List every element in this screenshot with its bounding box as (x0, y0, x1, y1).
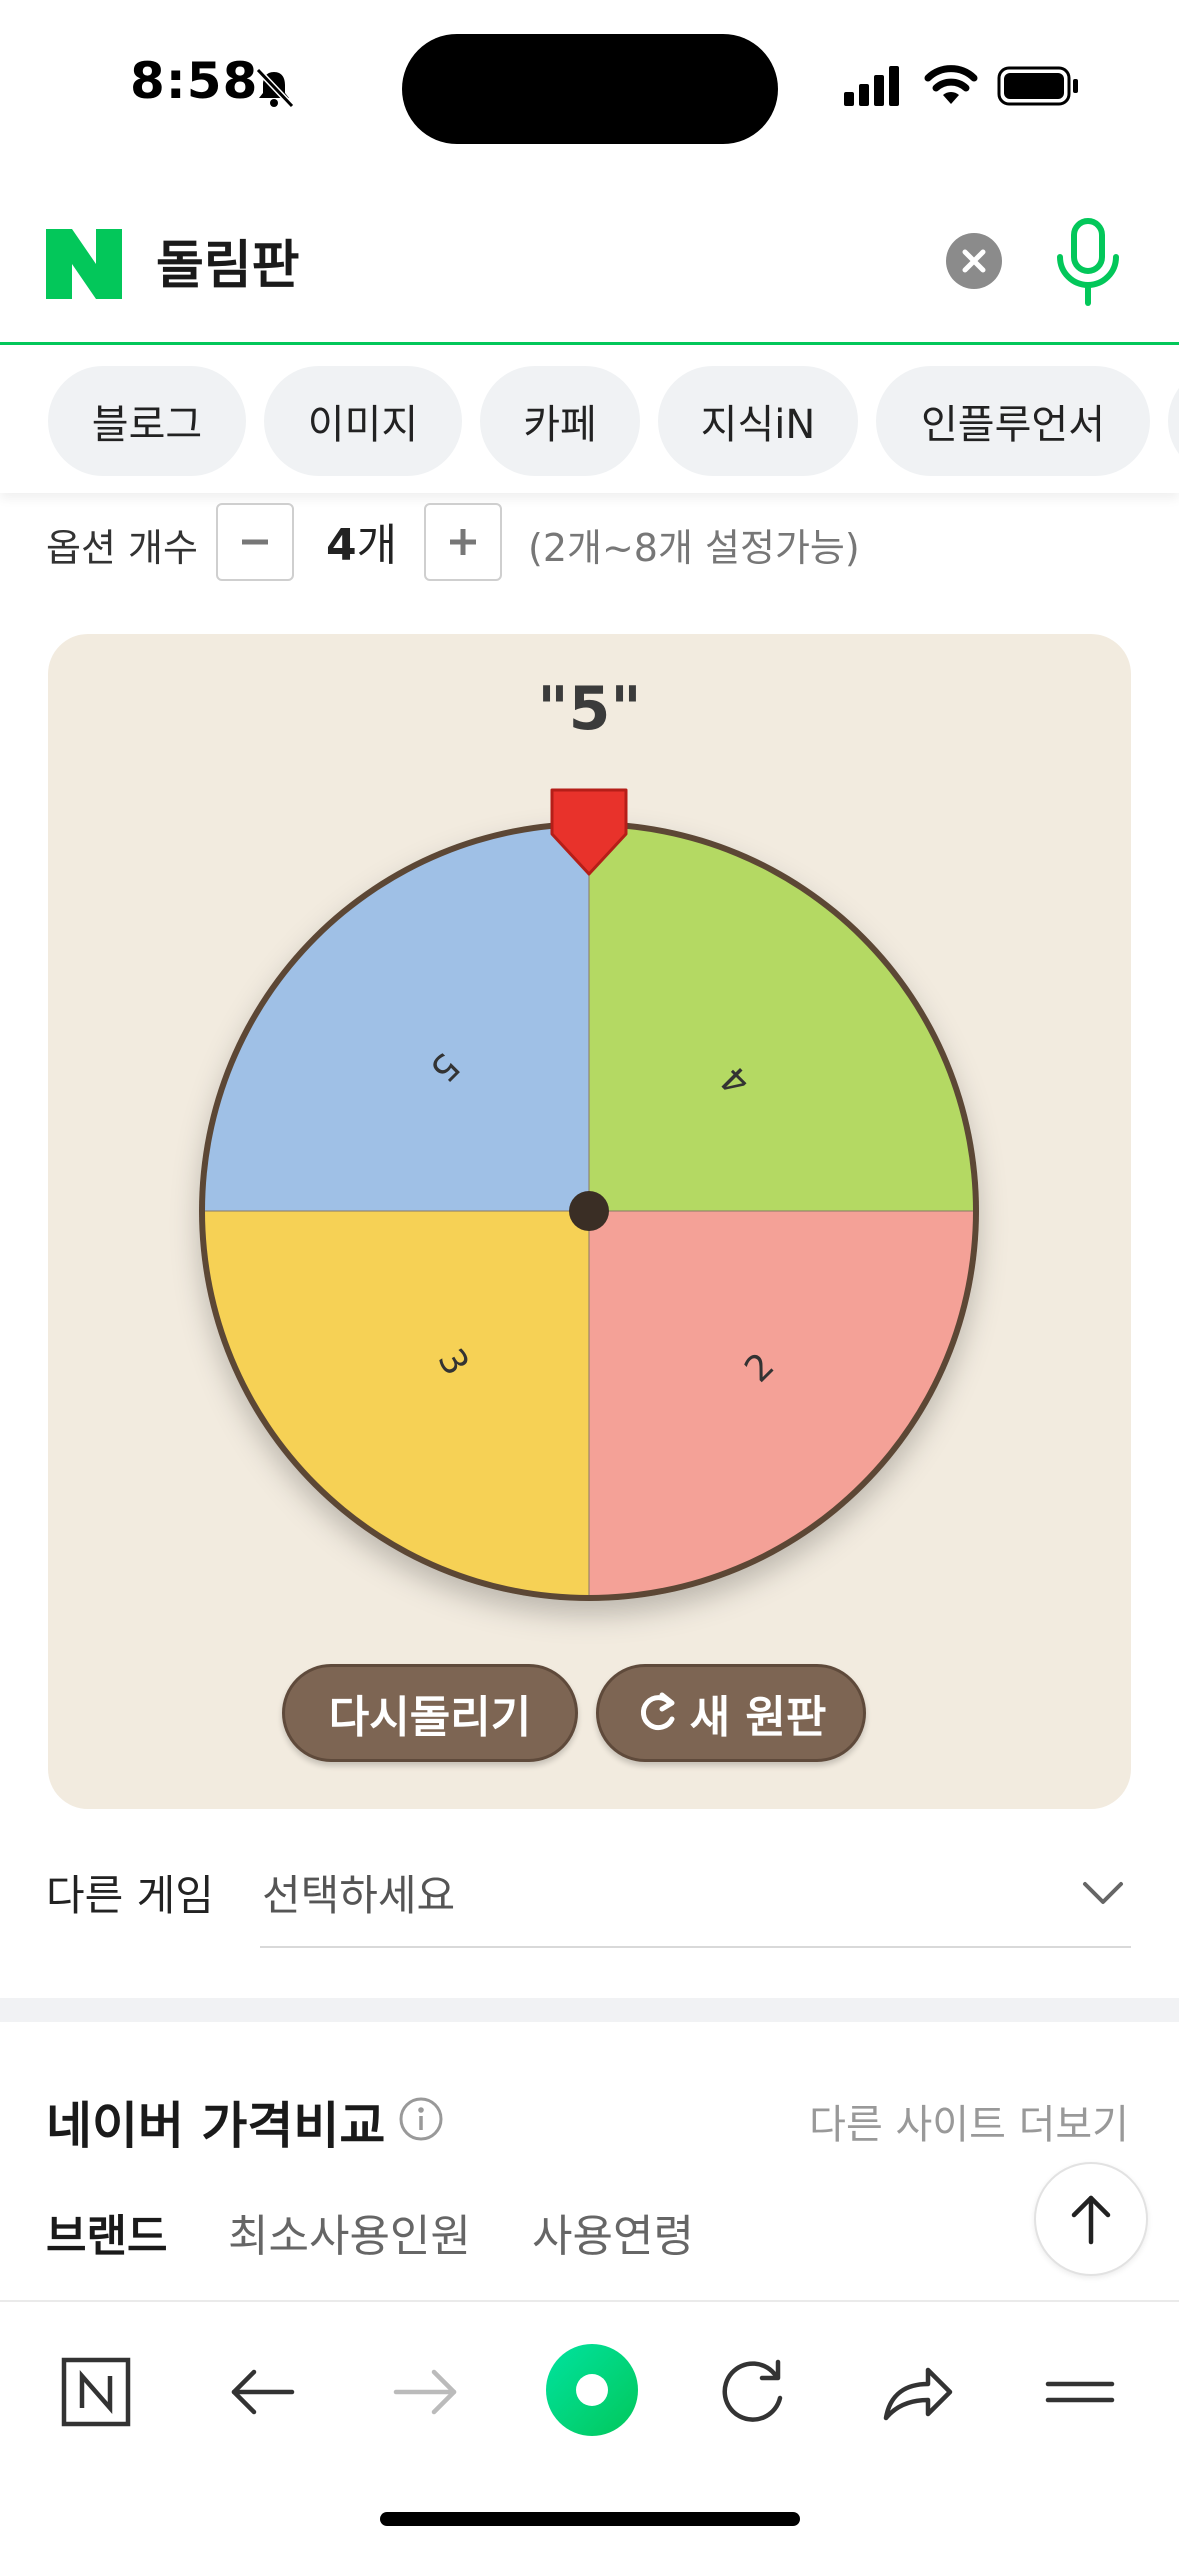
option-range-hint: (2개~8개 설정가능) (528, 526, 860, 570)
wheel-segment-3 (205, 1211, 589, 1595)
other-game-select-value: 선택하세요 (262, 1871, 456, 1920)
roulette-card: 5 4 2 3 "5" 다시돌리기 새 원판 (48, 634, 1131, 1809)
menu-icon[interactable] (1030, 2342, 1130, 2442)
tab-blog[interactable]: 블로그 (48, 366, 246, 476)
price-compare-title: 네이버 가격비교 (46, 2097, 386, 2155)
refresh-icon[interactable] (702, 2342, 802, 2442)
respin-button[interactable]: 다시돌리기 (282, 1664, 578, 1762)
wheel-segment-5 (205, 827, 589, 1211)
new-wheel-label: 새 원판 (689, 1692, 827, 1743)
more-sites-link[interactable]: 다른 사이트 더보기 (809, 2092, 1129, 2150)
clear-search-button[interactable] (946, 233, 1002, 289)
green-dot-icon[interactable] (540, 2338, 644, 2442)
forward-arrow-icon[interactable] (376, 2342, 476, 2442)
refresh-icon (640, 1692, 675, 1731)
filter-tab-brand[interactable]: 브랜드 (46, 2200, 167, 2264)
minus-icon (242, 539, 268, 545)
info-icon[interactable] (398, 2096, 444, 2142)
tab-influencer[interactable]: 인플루언서 (876, 366, 1150, 476)
decrease-count-button[interactable] (216, 503, 294, 581)
spin-result: "5" (537, 674, 642, 744)
option-count-row: 옵션 개수 4개 (2개~8개 설정가능) (0, 495, 1179, 595)
wheel-segment-4 (589, 827, 973, 1211)
tab-overflow[interactable] (1168, 366, 1179, 476)
tab-knowledge-in[interactable]: 지식iN (658, 366, 858, 476)
search-input[interactable]: 돌림판 (156, 223, 300, 298)
other-game-label: 다른 게임 (46, 1871, 214, 1920)
cellular-signal-icon (844, 66, 899, 106)
close-icon (962, 249, 986, 273)
roulette-wheel[interactable]: 5 4 2 3 (48, 634, 1131, 1654)
new-wheel-button[interactable]: 새 원판 (596, 1664, 866, 1762)
status-time: 8:58 (130, 52, 259, 110)
search-header: 돌림판 (0, 195, 1179, 345)
bell-slash-icon (255, 67, 295, 109)
chevron-down-icon (1083, 1882, 1123, 1904)
status-bar: 8:58 (0, 0, 1179, 175)
section-divider (0, 1998, 1179, 2022)
microphone-icon[interactable] (1052, 217, 1124, 309)
wheel-segment-2 (589, 1211, 973, 1595)
scroll-to-top-button[interactable] (1034, 2162, 1148, 2276)
option-count-label: 옵션 개수 (46, 526, 198, 570)
share-icon[interactable] (866, 2342, 966, 2442)
arrow-up-icon (1071, 2195, 1111, 2245)
wheel-center-hub (569, 1191, 609, 1231)
search-category-tabs: 블로그 이미지 카페 지식iN 인플루언서 (0, 348, 1179, 493)
battery-icon (997, 66, 1078, 106)
option-count-value: 4개 (326, 520, 398, 571)
wifi-icon (924, 65, 978, 104)
naver-home-icon[interactable] (46, 2342, 146, 2442)
other-game-select[interactable]: 선택하세요 (260, 1840, 1131, 1948)
back-arrow-icon[interactable] (212, 2342, 312, 2442)
filter-tab-age[interactable]: 사용연령 (532, 2200, 694, 2264)
plus-icon (450, 529, 476, 555)
naver-logo-icon[interactable] (46, 229, 122, 299)
other-game-row: 다른 게임 선택하세요 (0, 1840, 1179, 1950)
tab-image[interactable]: 이미지 (264, 366, 462, 476)
tab-cafe[interactable]: 카페 (480, 366, 640, 476)
home-indicator (380, 2512, 800, 2526)
dynamic-island (402, 34, 778, 144)
increase-count-button[interactable] (424, 503, 502, 581)
filter-tab-min-players[interactable]: 최소사용인원 (228, 2200, 471, 2264)
